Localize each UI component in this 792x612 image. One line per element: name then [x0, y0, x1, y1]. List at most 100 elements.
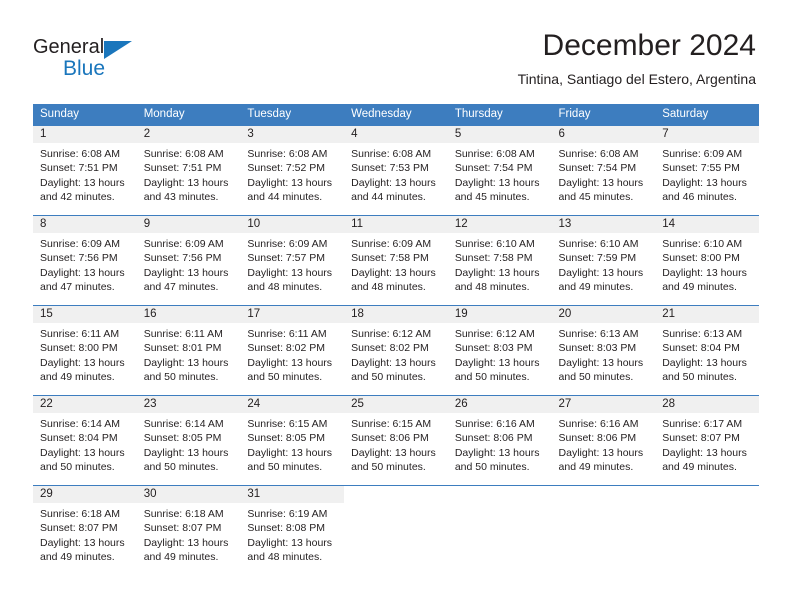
day-details: Sunrise: 6:10 AM Sunset: 7:58 PM Dayligh… — [448, 233, 552, 294]
day-cell[interactable]: 15 Sunrise: 6:11 AM Sunset: 8:00 PM Dayl… — [33, 306, 137, 395]
day-cell[interactable]: 9 Sunrise: 6:09 AM Sunset: 7:56 PM Dayli… — [136, 216, 241, 305]
day-number: 15 — [33, 306, 137, 323]
day-cell[interactable]: 13 Sunrise: 6:10 AM Sunset: 7:59 PM Dayl… — [551, 216, 656, 305]
day-number: 6 — [551, 126, 656, 143]
sunrise-text: Sunrise: 6:13 AM — [662, 328, 743, 340]
day-cell[interactable]: 24 Sunrise: 6:15 AM Sunset: 8:05 PM Dayl… — [240, 396, 345, 485]
weekday-tuesday: Tuesday — [247, 108, 292, 120]
sunrise-text: Sunrise: 6:09 AM — [143, 238, 224, 250]
daylight-text-line2: and 48 minutes. — [351, 280, 426, 293]
sunrise-text: Sunrise: 6:08 AM — [143, 148, 224, 160]
day-details: Sunrise: 6:14 AM Sunset: 8:05 PM Dayligh… — [137, 413, 241, 474]
day-cell[interactable]: 20 Sunrise: 6:13 AM Sunset: 8:03 PM Dayl… — [551, 306, 656, 395]
day-cell[interactable]: 6 Sunrise: 6:08 AM Sunset: 7:54 PM Dayli… — [551, 126, 656, 215]
daylight-text-line1: Daylight: 13 hours — [351, 356, 436, 369]
day-cell[interactable]: 14 Sunrise: 6:10 AM Sunset: 8:00 PM Dayl… — [655, 216, 759, 305]
sunrise-text: Sunrise: 6:15 AM — [247, 418, 328, 430]
day-cell[interactable]: 28 Sunrise: 6:17 AM Sunset: 8:07 PM Dayl… — [655, 396, 759, 485]
daylight-text-line1: Daylight: 13 hours — [558, 266, 644, 279]
daylight-text-line2: and 49 minutes. — [558, 280, 634, 293]
weekday-saturday: Saturday — [662, 108, 709, 120]
sunrise-text: Sunrise: 6:11 AM — [247, 328, 327, 340]
day-number: 1 — [33, 126, 137, 143]
day-cell[interactable]: 21 Sunrise: 6:13 AM Sunset: 8:04 PM Dayl… — [655, 306, 759, 395]
sunset-text: Sunset: 7:58 PM — [351, 252, 429, 265]
day-cell[interactable]: 11 Sunrise: 6:09 AM Sunset: 7:58 PM Dayl… — [344, 216, 448, 305]
day-cell[interactable]: 2 Sunrise: 6:08 AM Sunset: 7:51 PM Dayli… — [136, 126, 241, 215]
sunrise-text: Sunrise: 6:09 AM — [40, 238, 120, 250]
weekday-monday: Monday — [143, 108, 185, 120]
day-number: 23 — [136, 396, 241, 413]
weekday-friday: Friday — [558, 108, 591, 120]
sunset-text: Sunset: 8:03 PM — [558, 342, 637, 355]
daylight-text-line2: and 49 minutes. — [40, 370, 115, 383]
day-cell[interactable]: 23 Sunrise: 6:14 AM Sunset: 8:05 PM Dayl… — [136, 396, 241, 485]
daylight-text-line1: Daylight: 13 hours — [40, 446, 125, 459]
day-details: Sunrise: 6:13 AM Sunset: 8:04 PM Dayligh… — [655, 323, 759, 384]
day-number: 30 — [136, 486, 241, 503]
page-header: General Blue December 2024 Tintina, Sant… — [0, 0, 792, 104]
day-number: 17 — [240, 306, 345, 323]
daylight-text-line1: Daylight: 13 hours — [558, 356, 644, 369]
day-number: 11 — [344, 216, 448, 233]
day-cell[interactable]: 25 Sunrise: 6:15 AM Sunset: 8:06 PM Dayl… — [344, 396, 448, 485]
sunrise-text: Sunrise: 6:13 AM — [558, 328, 639, 340]
daylight-text-line2: and 45 minutes. — [558, 190, 634, 203]
sunset-text: Sunset: 7:59 PM — [558, 252, 637, 265]
sunset-text: Sunset: 7:55 PM — [662, 162, 740, 175]
daylight-text-line2: and 50 minutes. — [662, 370, 737, 383]
day-cell[interactable]: 29 Sunrise: 6:18 AM Sunset: 8:07 PM Dayl… — [33, 486, 137, 575]
day-cell[interactable]: 10 Sunrise: 6:09 AM Sunset: 7:57 PM Dayl… — [240, 216, 345, 305]
sunset-text: Sunset: 8:06 PM — [351, 432, 429, 445]
day-cell[interactable]: 17 Sunrise: 6:11 AM Sunset: 8:02 PM Dayl… — [240, 306, 345, 395]
daylight-text-line1: Daylight: 13 hours — [247, 536, 333, 549]
day-cell[interactable]: 26 Sunrise: 6:16 AM Sunset: 8:06 PM Dayl… — [447, 396, 552, 485]
daylight-text-line2: and 46 minutes. — [662, 190, 737, 203]
sunrise-text: Sunrise: 6:09 AM — [351, 238, 432, 250]
day-cell[interactable]: 7 Sunrise: 6:09 AM Sunset: 7:55 PM Dayli… — [655, 126, 759, 215]
day-details: Sunrise: 6:11 AM Sunset: 8:00 PM Dayligh… — [33, 323, 137, 384]
sunrise-text: Sunrise: 6:12 AM — [454, 328, 535, 340]
day-cell[interactable]: 16 Sunrise: 6:11 AM Sunset: 8:01 PM Dayl… — [136, 306, 241, 395]
daylight-text-line2: and 50 minutes. — [454, 460, 530, 473]
day-number: 7 — [655, 126, 759, 143]
day-details: Sunrise: 6:09 AM Sunset: 7:55 PM Dayligh… — [655, 143, 759, 204]
sunrise-text: Sunrise: 6:18 AM — [143, 508, 224, 520]
daylight-text-line1: Daylight: 13 hours — [662, 176, 747, 189]
day-cell[interactable]: 8 Sunrise: 6:09 AM Sunset: 7:56 PM Dayli… — [33, 216, 137, 305]
sunset-text: Sunset: 7:51 PM — [143, 162, 222, 175]
daylight-text-line1: Daylight: 13 hours — [143, 176, 229, 189]
sunrise-text: Sunrise: 6:11 AM — [40, 328, 120, 340]
daylight-text-line2: and 47 minutes. — [40, 280, 115, 293]
day-cell[interactable]: 22 Sunrise: 6:14 AM Sunset: 8:04 PM Dayl… — [33, 396, 137, 485]
day-number: 26 — [447, 396, 552, 413]
day-cell[interactable]: 12 Sunrise: 6:10 AM Sunset: 7:58 PM Dayl… — [447, 216, 552, 305]
day-number: 13 — [551, 216, 656, 233]
weekday-header-row: Sunday Monday Tuesday Wednesday Thursday… — [33, 104, 759, 125]
day-number: 8 — [33, 216, 137, 233]
week-row: 1 Sunrise: 6:08 AM Sunset: 7:51 PM Dayli… — [33, 125, 759, 215]
day-details: Sunrise: 6:15 AM Sunset: 8:05 PM Dayligh… — [240, 413, 344, 474]
sunset-text: Sunset: 8:05 PM — [247, 432, 326, 445]
day-cell[interactable]: 3 Sunrise: 6:08 AM Sunset: 7:52 PM Dayli… — [240, 126, 345, 215]
daylight-text-line2: and 50 minutes. — [351, 370, 426, 383]
daylight-text-line1: Daylight: 13 hours — [40, 176, 125, 189]
day-number: 5 — [447, 126, 552, 143]
sunrise-text: Sunrise: 6:08 AM — [558, 148, 639, 160]
day-cell-empty — [447, 486, 552, 575]
day-cell[interactable]: 30 Sunrise: 6:18 AM Sunset: 8:07 PM Dayl… — [136, 486, 241, 575]
daylight-text-line1: Daylight: 13 hours — [143, 446, 229, 459]
day-cell[interactable]: 5 Sunrise: 6:08 AM Sunset: 7:54 PM Dayli… — [447, 126, 552, 215]
sunset-text: Sunset: 8:07 PM — [143, 522, 222, 535]
daylight-text-line1: Daylight: 13 hours — [662, 356, 747, 369]
day-cell[interactable]: 31 Sunrise: 6:19 AM Sunset: 8:08 PM Dayl… — [240, 486, 345, 575]
week-row: 15 Sunrise: 6:11 AM Sunset: 8:00 PM Dayl… — [33, 305, 759, 395]
day-cell[interactable]: 1 Sunrise: 6:08 AM Sunset: 7:51 PM Dayli… — [33, 126, 137, 215]
general-blue-logo[interactable]: General Blue — [33, 36, 163, 82]
day-cell[interactable]: 4 Sunrise: 6:08 AM Sunset: 7:53 PM Dayli… — [344, 126, 448, 215]
day-cell[interactable]: 18 Sunrise: 6:12 AM Sunset: 8:02 PM Dayl… — [344, 306, 448, 395]
sunrise-text: Sunrise: 6:10 AM — [662, 238, 743, 250]
day-cell[interactable]: 19 Sunrise: 6:12 AM Sunset: 8:03 PM Dayl… — [447, 306, 552, 395]
day-cell[interactable]: 27 Sunrise: 6:16 AM Sunset: 8:06 PM Dayl… — [551, 396, 656, 485]
daylight-text-line2: and 44 minutes. — [351, 190, 426, 203]
